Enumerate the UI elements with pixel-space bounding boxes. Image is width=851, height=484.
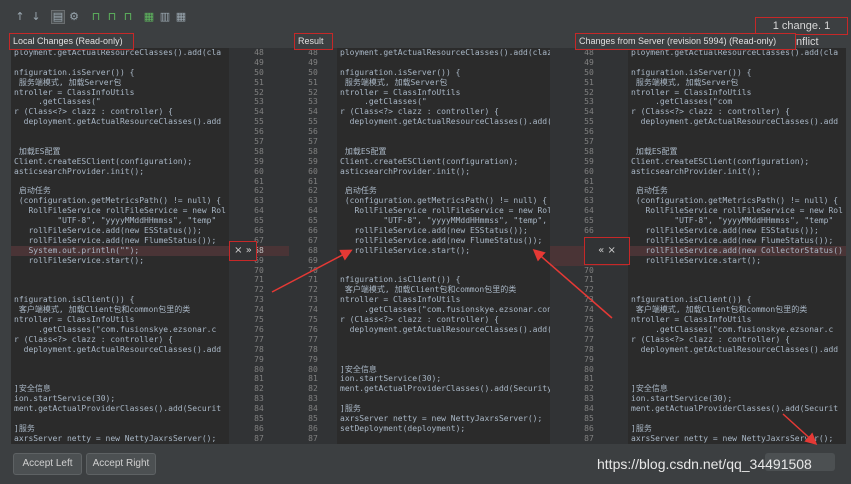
watermark-text: https://blog.csdn.net/qq_34491508 <box>597 456 812 472</box>
annotation-arrows <box>271 249 818 446</box>
arrow-to-apply <box>782 413 818 446</box>
arrow-left-to-result <box>271 249 353 293</box>
arrow-right-to-result <box>532 249 613 319</box>
accept-right-button[interactable]: Accept Right <box>86 453 156 475</box>
accept-left-button[interactable]: Accept Left <box>13 453 82 475</box>
